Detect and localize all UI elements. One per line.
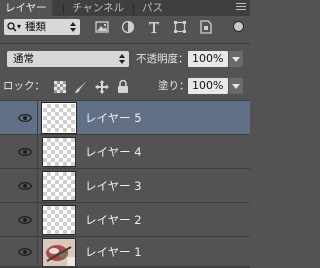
tab-layers[interactable]: レイヤー [0,0,52,16]
opacity-value: 100% [192,52,224,65]
panel-tab-bar: レイヤー チャンネル パス [0,0,250,16]
divider [0,43,250,44]
layer-row[interactable]: レイヤー 4 [0,134,250,169]
adjustment-filter-icon[interactable] [121,20,135,34]
opacity-dropdown-button[interactable] [229,51,243,67]
fill-value: 100% [192,79,224,92]
layer-row[interactable]: レイヤー 2 [0,202,250,237]
tab-divider [63,3,64,14]
tab-divider [133,3,134,14]
layers-panel: レイヤー チャンネル パス ▾ 種類 通常 不透明度： 100% ロック： 塗り… [0,0,250,268]
search-icon [7,22,17,32]
layer-row[interactable]: レイヤー 1 [0,236,250,267]
tab-channels[interactable]: チャンネル [67,0,129,16]
filter-kind-select[interactable]: ▾ 種類 [4,19,80,35]
filter-kind-label: 種類 [25,21,46,33]
fill-label: 塗り： [158,80,190,92]
lock-image-icon[interactable] [74,80,88,94]
layer-name[interactable]: レイヤー 5 [85,110,142,126]
layer-name[interactable]: レイヤー 4 [85,144,142,160]
visibility-eye-icon[interactable] [18,215,32,225]
layer-thumbnail [42,205,76,235]
blend-mode-value: 通常 [13,53,34,65]
filter-toggle-icon[interactable] [233,21,244,32]
shape-filter-icon[interactable] [173,20,187,34]
layer-thumbnail [42,171,76,201]
lock-position-icon[interactable] [95,80,109,94]
blend-mode-select[interactable]: 通常 [7,51,129,67]
chevron-down-icon [232,57,240,62]
layer-name[interactable]: レイヤー 1 [85,244,142,260]
visibility-eye-icon[interactable] [18,147,32,157]
updown-arrows-icon [119,54,125,64]
layer-thumbnail [42,137,76,167]
layer-row[interactable]: レイヤー 5 [0,100,250,135]
tab-paths[interactable]: パス [137,0,168,16]
visibility-eye-icon[interactable] [18,113,32,123]
visibility-eye-icon[interactable] [18,247,32,257]
chevron-down-icon [232,84,240,89]
layer-name[interactable]: レイヤー 2 [85,212,142,228]
visibility-eye-icon[interactable] [18,181,32,191]
lock-label: ロック： [3,80,45,92]
type-filter-icon[interactable] [147,20,161,34]
fill-dropdown-button[interactable] [229,78,243,94]
opacity-field[interactable]: 100% [188,51,228,67]
layer-thumbnail [41,102,77,134]
fill-field[interactable]: 100% [188,78,228,94]
image-filter-icon[interactable] [95,20,109,34]
lock-transparent-icon[interactable] [54,81,66,93]
filter-row: ▾ 種類 [0,16,250,42]
smart-object-filter-icon[interactable] [199,20,213,34]
opacity-label: 不透明度： [136,53,189,65]
layer-row[interactable]: レイヤー 3 [0,168,250,203]
layer-thumbnail-image [42,238,76,267]
lock-all-icon[interactable] [117,79,129,94]
panel-menu-icon[interactable] [236,3,246,12]
updown-arrows-icon [70,22,76,32]
layer-name[interactable]: レイヤー 3 [85,178,142,194]
